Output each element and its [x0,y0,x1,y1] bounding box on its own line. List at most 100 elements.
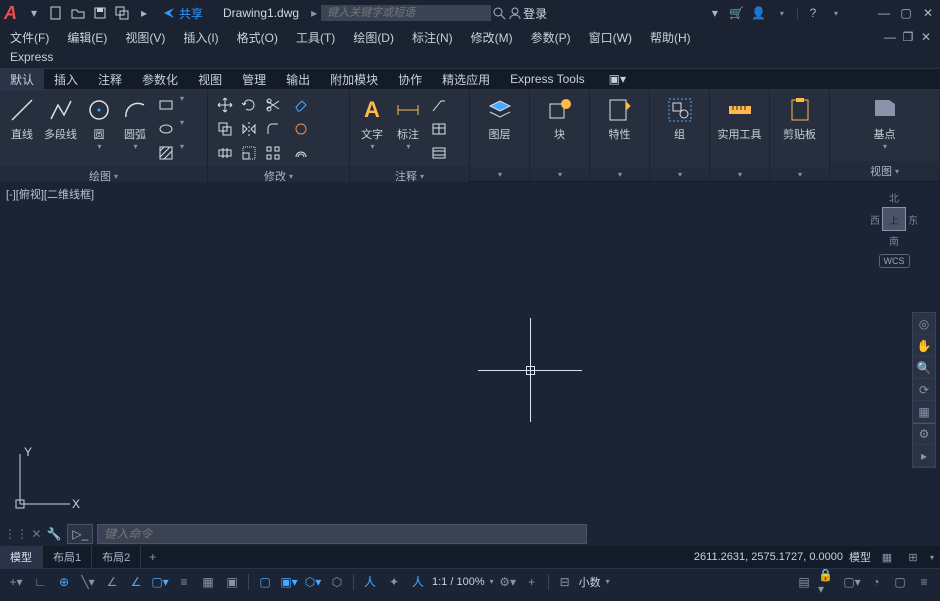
sb-hardware-icon[interactable]: ◔ [866,572,886,592]
ellipse-icon[interactable] [155,118,177,140]
copy-icon[interactable] [214,118,236,140]
minimize-icon[interactable]: — [876,5,892,21]
sb-units-text[interactable]: 小数 [579,574,601,590]
viewcube-south[interactable]: 南 [870,233,918,248]
open-file-icon[interactable] [69,4,87,22]
panel-view-expand[interactable]: ▾ [895,167,899,176]
layers-button[interactable]: 图层 [484,94,516,144]
polyline-button[interactable]: 多段线 [42,94,79,144]
command-input[interactable] [97,524,587,544]
tab-default[interactable]: 默认 [0,68,44,91]
saveas-icon[interactable] [113,4,131,22]
wcs-badge[interactable]: WCS [879,254,910,268]
viewcube-east[interactable]: 东 [908,212,918,227]
menu-modify[interactable]: 修改(M) [471,29,513,46]
qat-more-icon[interactable]: ▸ [135,4,153,22]
snap-display-icon[interactable]: ⊞ [903,547,923,567]
sb-ortho-icon[interactable]: ∟ [30,572,50,592]
trim-icon[interactable] [262,94,284,116]
sb-units-dropdown[interactable]: ▾ [606,577,610,586]
tab-manage[interactable]: 管理 [232,68,276,91]
field-icon[interactable] [428,142,450,164]
text-button[interactable]: A文字▾ [356,94,388,153]
rotate-icon[interactable] [238,94,260,116]
sb-angle-icon[interactable]: ∠ [102,572,122,592]
rectangle-dropdown[interactable]: ▾ [180,94,184,116]
util-button[interactable]: 实用工具 [716,94,763,144]
rectangle-icon[interactable] [155,94,177,116]
mirror-icon[interactable] [238,118,260,140]
tab-parametric[interactable]: 参数化 [132,68,188,91]
fillet-icon[interactable] [262,118,284,140]
cart-icon[interactable]: 🛒 [729,5,745,21]
grid-display-icon[interactable]: ▦ [877,547,897,567]
sb-cycling-icon[interactable]: ▣ [222,572,242,592]
menu-dim[interactable]: 标注(N) [412,29,453,46]
tab-view[interactable]: 视图 [188,68,232,91]
sb-scale-dropdown[interactable]: ▾ [490,577,494,586]
hatch-dropdown[interactable]: ▾ [180,142,184,164]
login-dropdown-icon[interactable]: ▾ [707,5,723,21]
sb-3dosnap-icon[interactable]: ▢ [255,572,275,592]
sb-plus-icon[interactable]: +▾ [6,572,26,592]
nav-pan-icon[interactable]: ✋ [913,335,935,357]
panel-block-expand[interactable]: ▾ [558,170,562,179]
viewcube-top[interactable]: 上 [882,207,906,231]
nav-zoom-icon[interactable]: 🔍 [913,357,935,379]
sb-lineweight-icon[interactable]: ≡ [174,572,194,592]
clipboard-button[interactable]: 剪贴板 [781,94,818,144]
sb-vpmax-icon[interactable]: + [522,572,542,592]
block-button[interactable]: 块 [544,94,576,144]
sb-gear-icon[interactable]: ⚙▾ [498,572,518,592]
mdi-close-icon[interactable]: ✕ [918,29,934,45]
close-icon[interactable]: ✕ [920,5,936,21]
tab-layout1[interactable]: 布局1 [43,546,92,568]
sb-filter-icon[interactable]: ⬡▾ [303,572,323,592]
dim-button[interactable]: 标注▾ [392,94,424,153]
sb-transparency-icon[interactable]: ▦ [198,572,218,592]
menu-file[interactable]: 文件(F) [10,29,49,46]
tab-insert[interactable]: 插入 [44,68,88,91]
login-link[interactable]: 登录 [523,5,547,22]
new-file-icon[interactable] [47,4,65,22]
sb-otrack-icon[interactable]: ▢▾ [150,572,170,592]
erase-icon[interactable] [290,94,312,116]
drawing-canvas[interactable]: [-][俯视][二维线框] YX 北 西 上 东 南 WCS ◎ ✋ 🔍 ⟳ ▦… [0,182,940,522]
viewcube-north[interactable]: 北 [870,190,918,205]
tab-featured[interactable]: 精选应用 [432,68,500,91]
nav-collapse-icon[interactable]: ▸ [913,445,935,467]
panel-layers-expand[interactable]: ▾ [498,170,502,179]
sb-quickprops-icon[interactable]: ▤ [794,572,814,592]
sb-cleanscreen-icon[interactable]: ▢ [890,572,910,592]
panel-clip-expand[interactable]: ▾ [798,170,802,179]
search-icon[interactable] [491,5,507,21]
circle-button[interactable]: 圆▾ [83,94,115,153]
nav-settings-icon[interactable]: ⚙ [913,423,935,445]
search-input[interactable] [321,5,491,21]
sb-units-icon[interactable]: ⊟ [555,572,575,592]
leader-icon[interactable] [428,94,450,116]
mdi-minimize-icon[interactable]: — [882,29,898,45]
panel-util-expand[interactable]: ▾ [738,170,742,179]
sb-lock-icon[interactable]: 🔒▾ [818,572,838,592]
panel-props-expand[interactable]: ▾ [618,170,622,179]
viewcube[interactable]: 北 西 上 东 南 WCS [870,190,918,268]
basepoint-button[interactable]: 基点▾ [869,94,901,153]
sb-isodraft-icon[interactable]: ╲▾ [78,572,98,592]
save-icon[interactable] [91,4,109,22]
nav-fullnav-icon[interactable]: ◎ [913,313,935,335]
group-button[interactable]: 组 [664,94,696,144]
a360-icon[interactable]: 👤 [751,5,767,21]
a360-dropdown[interactable]: ▾ [774,5,790,21]
tab-annotate[interactable]: 注释 [88,68,132,91]
explode-icon[interactable] [290,118,312,140]
arc-button[interactable]: 圆弧▾ [119,94,151,153]
tab-layout2[interactable]: 布局2 [92,546,141,568]
sb-annoscale-icon[interactable]: 人 [360,572,380,592]
line-button[interactable]: 直线 [6,94,38,144]
viewport-label[interactable]: [-][俯视][二维线框] [6,186,94,202]
array-icon[interactable] [262,142,284,164]
viewcube-west[interactable]: 西 [870,212,880,227]
coord-dropdown[interactable]: ▾ [930,553,934,562]
share-button[interactable]: 共享 [163,5,203,22]
